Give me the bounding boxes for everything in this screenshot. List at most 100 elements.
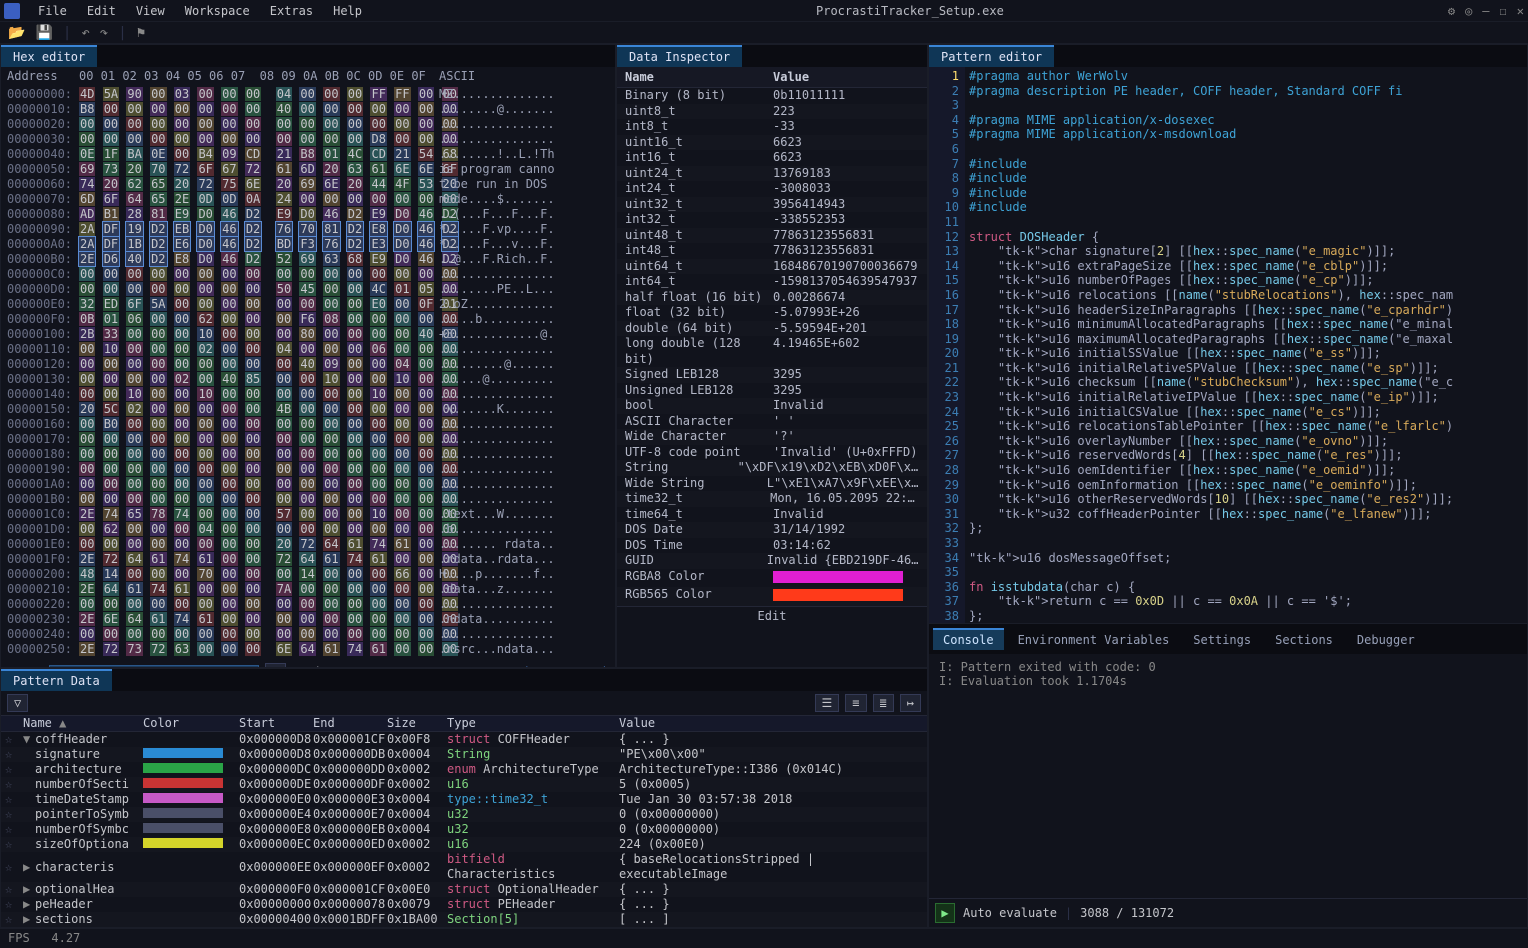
di-row[interactable]: uint32_t3956414943 bbox=[617, 197, 927, 213]
hex-row[interactable]: 00000070:6D 6F 64 65 2E 0D 0D 0A 24 00 0… bbox=[7, 192, 609, 207]
hex-row[interactable]: 00000080:AD B1 28 81 E9 D0 46 D2 E9 D0 4… bbox=[7, 207, 609, 222]
hex-row[interactable]: 00000020:00 00 00 00 00 00 00 00 00 00 0… bbox=[7, 117, 609, 132]
toolbar-redo-icon[interactable]: ↷ bbox=[100, 25, 108, 41]
di-row[interactable]: int8_t-33 bbox=[617, 119, 927, 135]
hex-row[interactable]: 00000180:00 00 00 00 00 00 00 00 00 00 0… bbox=[7, 447, 609, 462]
close-icon[interactable]: ✕ bbox=[1517, 4, 1524, 18]
di-row[interactable]: long double (128 bit)4.19465E+602 bbox=[617, 336, 927, 367]
hex-row[interactable]: 00000120:00 00 00 00 00 00 00 00 00 40 0… bbox=[7, 357, 609, 372]
pdat-row[interactable]: ☆sizeOfOptiona0x000000EC0x000000ED0x0002… bbox=[1, 837, 927, 852]
hex-row[interactable]: 00000090:2A DF 19 D2 EB D0 46 D2 76 70 8… bbox=[7, 222, 609, 237]
di-row[interactable]: DOS Time03:14:62 bbox=[617, 538, 927, 554]
di-row[interactable]: Wide Character'?' bbox=[617, 429, 927, 445]
favorite-star-icon[interactable]: ☆ bbox=[5, 882, 23, 897]
di-row[interactable]: RGB565 Color bbox=[617, 587, 927, 606]
hex-row[interactable]: 000001B0:00 00 00 00 00 00 00 00 00 00 0… bbox=[7, 492, 609, 507]
toolbar-bookmark-icon[interactable]: ⚑ bbox=[137, 25, 145, 41]
hex-row[interactable]: 000001D0:00 62 00 00 00 04 00 00 00 00 0… bbox=[7, 522, 609, 537]
di-row[interactable]: GUIDInvalid {EBD219DF-46D0 bbox=[617, 553, 927, 569]
toolbar-save-icon[interactable]: 💾 bbox=[35, 25, 52, 41]
hex-row[interactable]: 000000F0:0B 01 06 00 00 62 00 00 00 F6 0… bbox=[7, 312, 609, 327]
hex-row[interactable]: 000000D0:00 00 00 00 00 00 00 00 50 45 0… bbox=[7, 282, 609, 297]
di-row[interactable]: RGBA8 Color bbox=[617, 569, 927, 588]
favorite-star-icon[interactable]: ☆ bbox=[5, 897, 23, 912]
settings-gear-icon[interactable]: ⚙ bbox=[1448, 4, 1455, 18]
filter-icon[interactable]: ▽ bbox=[7, 694, 28, 712]
hex-rows[interactable]: 00000000:4D 5A 90 00 03 00 00 00 04 00 0… bbox=[1, 85, 615, 659]
menu-workspace[interactable]: Workspace bbox=[175, 2, 260, 20]
favorite-star-icon[interactable]: ☆ bbox=[5, 912, 23, 927]
pdat-row[interactable]: ☆signature0x000000D80x000000DB0x0004Stri… bbox=[1, 747, 927, 762]
pdat-header-col[interactable]: Value bbox=[619, 716, 923, 731]
view-list-icon[interactable]: ≡ bbox=[845, 694, 866, 712]
pdat-header-col[interactable]: End bbox=[313, 716, 387, 731]
pdat-header-col[interactable]: Size bbox=[387, 716, 447, 731]
favorite-star-icon[interactable]: ☆ bbox=[5, 807, 23, 822]
toolbar-undo-icon[interactable]: ↶ bbox=[81, 25, 89, 41]
di-row[interactable]: uint16_t6623 bbox=[617, 135, 927, 151]
pdat-header-col[interactable]: Color bbox=[143, 716, 239, 731]
di-row[interactable]: uint24_t13769183 bbox=[617, 166, 927, 182]
hex-row[interactable]: 00000160:00 B0 00 00 00 00 00 00 00 00 0… bbox=[7, 417, 609, 432]
menu-view[interactable]: View bbox=[126, 2, 175, 20]
di-row[interactable]: Wide StringL"\xE1\xA7\x9F\xEE\xA" bbox=[617, 476, 927, 492]
pdat-row[interactable]: ☆▶sections0x000004000x0001BDFF0x1BA00Sec… bbox=[1, 912, 927, 927]
hex-row[interactable]: 00000220:00 00 00 00 00 00 00 00 00 00 0… bbox=[7, 597, 609, 612]
pdat-row[interactable]: ☆timeDateStamp0x000000E00x000000E30x0004… bbox=[1, 792, 927, 807]
hex-row[interactable]: 00000170:00 00 00 00 00 00 00 00 00 00 0… bbox=[7, 432, 609, 447]
pdat-header-col[interactable]: Name ▲ bbox=[23, 716, 143, 731]
favorite-star-icon[interactable]: ☆ bbox=[5, 822, 23, 837]
di-row[interactable]: UTF-8 code point'Invalid' (U+0xFFFD) bbox=[617, 445, 927, 461]
data-inspector-tab[interactable]: Data Inspector bbox=[617, 45, 742, 67]
export-icon[interactable]: ↦ bbox=[900, 694, 921, 712]
hex-row[interactable]: 00000130:00 00 00 00 02 00 40 85 00 00 1… bbox=[7, 372, 609, 387]
view-tree-icon[interactable]: ☰ bbox=[815, 694, 840, 712]
favorite-star-icon[interactable]: ☆ bbox=[5, 732, 23, 747]
hex-editor-tab[interactable]: Hex editor bbox=[1, 45, 97, 67]
di-row[interactable]: int24_t-3008033 bbox=[617, 181, 927, 197]
compass-icon[interactable]: ◎ bbox=[1465, 4, 1472, 18]
pattern-editor-tab[interactable]: Pattern editor bbox=[929, 45, 1054, 67]
hex-row[interactable]: 000001C0:2E 74 65 78 74 00 00 00 57 00 0… bbox=[7, 507, 609, 522]
jump-down-icon[interactable]: ⌄ bbox=[265, 663, 286, 667]
menu-extras[interactable]: Extras bbox=[260, 2, 323, 20]
hex-row[interactable]: 00000230:2E 6E 64 61 74 61 00 00 00 00 0… bbox=[7, 612, 609, 627]
pdat-header-col[interactable]: Type bbox=[447, 716, 619, 731]
pdat-row[interactable]: ☆▶characteris0x000000EE0x000000EF0x0002b… bbox=[1, 852, 927, 882]
pattern-data-tab[interactable]: Pattern Data bbox=[1, 669, 112, 691]
di-row[interactable]: ASCII Character' ' bbox=[617, 414, 927, 430]
di-row[interactable]: int16_t6623 bbox=[617, 150, 927, 166]
hex-row[interactable]: 00000250:2E 72 73 72 63 00 00 00 6E 64 6… bbox=[7, 642, 609, 657]
page-slider[interactable]: 0x01 / 0x01 bbox=[49, 665, 259, 668]
hex-row[interactable]: 00000100:2B 33 00 00 00 10 00 00 00 80 0… bbox=[7, 327, 609, 342]
di-row[interactable]: double (64 bit)-5.59594E+201 bbox=[617, 321, 927, 337]
di-row[interactable]: half float (16 bit)0.00286674 bbox=[617, 290, 927, 306]
subtab-settings[interactable]: Settings bbox=[1183, 628, 1261, 650]
hex-row[interactable]: 00000200:48 14 00 00 00 70 00 00 00 14 0… bbox=[7, 567, 609, 582]
hex-row[interactable]: 000001E0:00 00 00 00 00 00 00 00 20 72 6… bbox=[7, 537, 609, 552]
hex-row[interactable]: 00000140:00 00 10 00 00 10 00 00 00 00 0… bbox=[7, 387, 609, 402]
pattern-code-editor[interactable]: 1234567891011121314151617181920212223242… bbox=[929, 67, 1527, 623]
subtab-environment-variables[interactable]: Environment Variables bbox=[1008, 628, 1180, 650]
di-row[interactable]: Signed LEB1283295 bbox=[617, 367, 927, 383]
hex-row[interactable]: 00000210:2E 64 61 74 61 00 00 00 7A 00 0… bbox=[7, 582, 609, 597]
hex-row[interactable]: 00000040:0E 1F BA 0E 00 B4 09 CD 21 B8 0… bbox=[7, 147, 609, 162]
hex-row[interactable]: 00000240:00 00 00 00 00 00 00 00 00 00 0… bbox=[7, 627, 609, 642]
favorite-star-icon[interactable]: ☆ bbox=[5, 860, 23, 875]
hex-row[interactable]: 00000150:20 5C 02 00 00 00 00 00 4B 00 0… bbox=[7, 402, 609, 417]
pdat-row[interactable]: ☆architecture0x000000DC0x000000DD0x0002e… bbox=[1, 762, 927, 777]
menu-edit[interactable]: Edit bbox=[77, 2, 126, 20]
view-compact-icon[interactable]: ≣ bbox=[873, 694, 894, 712]
favorite-star-icon[interactable]: ☆ bbox=[5, 777, 23, 792]
di-row[interactable]: DOS Date31/14/1992 bbox=[617, 522, 927, 538]
hex-row[interactable]: 00000010:B8 00 00 00 00 00 00 00 40 00 0… bbox=[7, 102, 609, 117]
pdat-row[interactable]: ☆▶optionalHea0x000000F00x000001CF0x00E0s… bbox=[1, 882, 927, 897]
hex-row[interactable]: 000000E0:32 ED 6F 5A 00 00 00 00 00 00 0… bbox=[7, 297, 609, 312]
di-row[interactable]: uint8_t223 bbox=[617, 104, 927, 120]
di-row[interactable]: float (32 bit)-5.07993E+26 bbox=[617, 305, 927, 321]
hex-row[interactable]: 00000050:69 73 20 70 72 6F 67 72 61 6D 2… bbox=[7, 162, 609, 177]
pdat-row[interactable]: ☆pointerToSymb0x000000E40x000000E70x0004… bbox=[1, 807, 927, 822]
subtab-debugger[interactable]: Debugger bbox=[1347, 628, 1425, 650]
hex-row[interactable]: 00000030:00 00 00 00 00 00 00 00 00 00 0… bbox=[7, 132, 609, 147]
run-pattern-button[interactable]: ▶ bbox=[935, 903, 955, 923]
